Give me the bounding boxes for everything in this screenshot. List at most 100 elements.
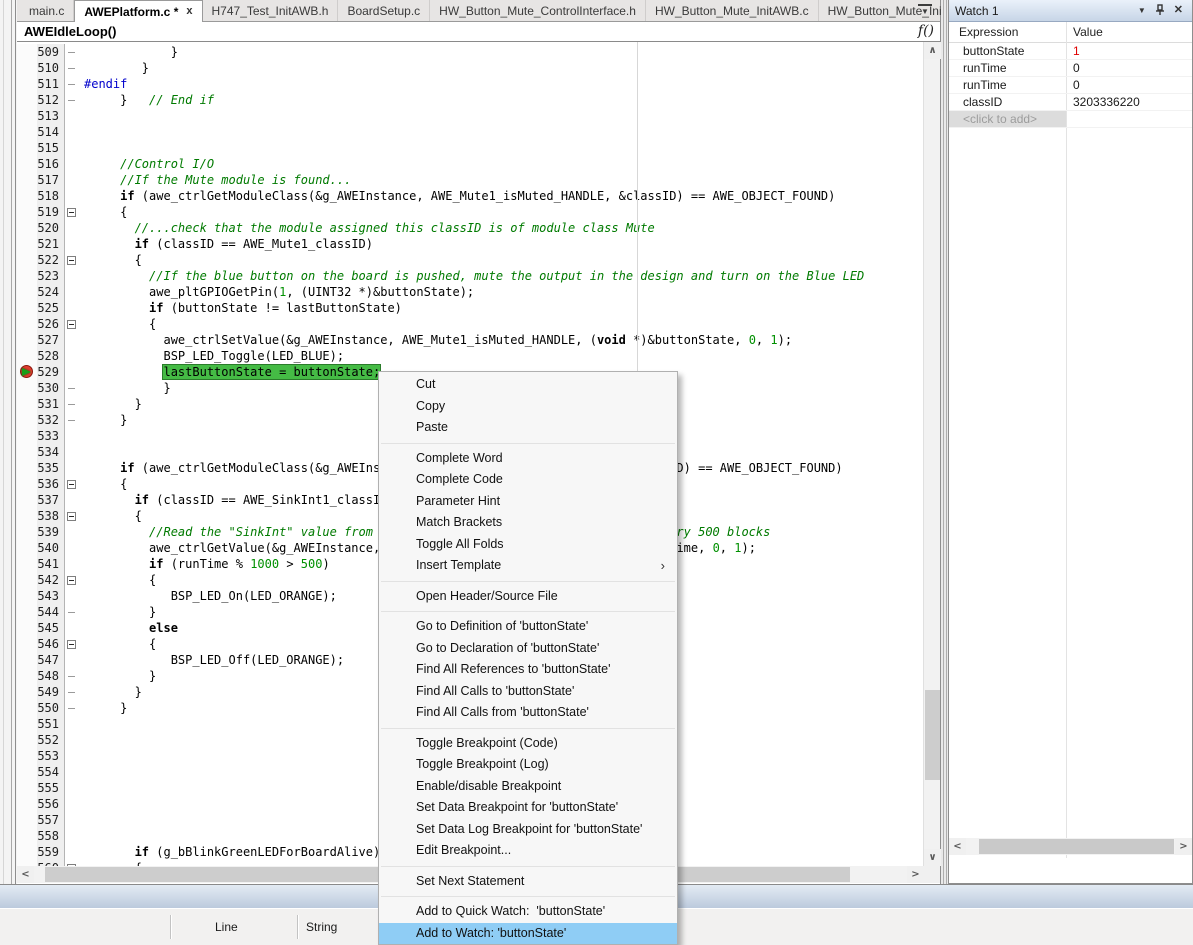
code-text[interactable] (81, 812, 84, 828)
menu-item-complete-code[interactable]: Complete Code (379, 469, 677, 491)
code-line-522[interactable]: 522 { (17, 252, 924, 268)
menu-item-go-to-declaration-of-buttonstate[interactable]: Go to Declaration of 'buttonState' (379, 638, 677, 660)
code-text[interactable]: BSP_LED_On(LED_ORANGE); (81, 588, 337, 604)
code-line-510[interactable]: 510 } (17, 60, 924, 76)
watch-expression-cell[interactable]: buttonState (949, 43, 1066, 59)
code-text[interactable]: if (buttonState != lastButtonState) (81, 300, 402, 316)
menu-item-toggle-breakpoint-log[interactable]: Toggle Breakpoint (Log) (379, 754, 677, 776)
tab-overflow-icon[interactable]: ▼ (918, 4, 932, 17)
breakpoint-margin[interactable] (17, 92, 37, 108)
code-line-516[interactable]: 516 //Control I/O (17, 156, 924, 172)
breakpoint-margin[interactable] (17, 220, 37, 236)
menu-item-edit-breakpoint[interactable]: Edit Breakpoint... (379, 840, 677, 862)
breakpoint-margin[interactable] (17, 460, 37, 476)
menu-item-match-brackets[interactable]: Match Brackets (379, 512, 677, 534)
code-text[interactable]: { (81, 476, 127, 492)
breakpoint-margin[interactable] (17, 588, 37, 604)
breakpoint-margin[interactable] (17, 300, 37, 316)
code-text[interactable]: awe_ctrlSetValue(&g_AWEInstance, AWE_Mut… (81, 332, 792, 348)
function-selector-icon[interactable]: f() (918, 23, 934, 39)
editor-vertical-scrollbar[interactable]: ∧ ∨ (923, 42, 940, 866)
menu-item-open-header-source-file[interactable]: Open Header/Source File (379, 586, 677, 608)
code-text[interactable] (81, 780, 84, 796)
fold-collapse-icon[interactable] (67, 480, 76, 489)
code-text[interactable]: if (g_bBlinkGreenLEDForBoardAlive) (81, 844, 380, 860)
code-text[interactable]: } (81, 412, 127, 428)
code-text[interactable]: awe_pltGPIOGetPin(1, (UINT32 *)&buttonSt… (81, 284, 474, 300)
scroll-left-icon[interactable]: < (17, 866, 34, 883)
watch-row[interactable]: classID3203336220 (949, 94, 1192, 111)
code-text[interactable]: if (classID == AWE_SinkInt1_classID) (81, 492, 395, 508)
code-text[interactable]: //If the blue button on the board is pus… (81, 268, 864, 284)
breakpoint-margin[interactable] (17, 764, 37, 780)
code-text[interactable]: } (81, 44, 178, 60)
breakpoint-margin[interactable] (17, 316, 37, 332)
breakpoint-margin[interactable] (17, 492, 37, 508)
code-line-521[interactable]: 521 if (classID == AWE_Mute1_classID) (17, 236, 924, 252)
fold-margin[interactable] (65, 204, 81, 220)
breakpoint-margin[interactable] (17, 572, 37, 588)
code-text[interactable]: BSP_LED_Toggle(LED_BLUE); (81, 348, 344, 364)
code-text[interactable]: lastButtonState = buttonState; (81, 364, 380, 380)
watch-add-placeholder[interactable]: <click to add> (949, 111, 1066, 127)
code-text[interactable]: //Control I/O (81, 156, 214, 172)
breakpoint-margin[interactable] (17, 236, 37, 252)
code-text[interactable] (81, 748, 84, 764)
breakpoint-margin[interactable] (17, 844, 37, 860)
code-text[interactable] (81, 764, 84, 780)
vscroll-thumb[interactable] (925, 690, 940, 780)
code-line-524[interactable]: 524 awe_pltGPIOGetPin(1, (UINT32 *)&butt… (17, 284, 924, 300)
breakpoint-margin[interactable] (17, 412, 37, 428)
panel-menu-icon[interactable]: ▼ (1138, 7, 1146, 15)
breakpoint-margin[interactable] (17, 732, 37, 748)
watch-expression-cell[interactable]: classID (949, 94, 1066, 110)
code-text[interactable] (81, 828, 84, 844)
breakpoint-margin[interactable] (17, 556, 37, 572)
tab-close-icon[interactable]: x (186, 6, 192, 17)
code-text[interactable]: } (81, 604, 156, 620)
breakpoint-margin[interactable] (17, 668, 37, 684)
code-text[interactable]: } // End if (81, 92, 214, 108)
close-icon[interactable]: ✕ (1174, 5, 1183, 16)
menu-item-set-data-log-breakpoint-for-buttonstate[interactable]: Set Data Log Breakpoint for 'buttonState… (379, 819, 677, 841)
breakpoint-margin[interactable] (17, 684, 37, 700)
pin-icon[interactable] (1155, 4, 1165, 18)
code-line-517[interactable]: 517 //If the Mute module is found... (17, 172, 924, 188)
fold-margin[interactable] (65, 636, 81, 652)
breakpoint-margin[interactable] (17, 348, 37, 364)
tab-hw-button-mute-initawb-c[interactable]: HW_Button_Mute_InitAWB.c (646, 0, 819, 21)
breakpoint-margin[interactable] (17, 636, 37, 652)
breakpoint-margin[interactable] (17, 156, 37, 172)
column-header-expression[interactable]: Expression (959, 25, 1018, 39)
code-text[interactable] (81, 428, 84, 444)
fold-margin[interactable] (65, 476, 81, 492)
scroll-down-icon[interactable]: ∨ (924, 849, 941, 866)
breakpoint-margin[interactable] (17, 364, 37, 380)
menu-item-copy[interactable]: Copy (379, 396, 677, 418)
tab-aweplatform-c-[interactable]: AWEPlatform.c *x (74, 0, 202, 22)
breakpoint-margin[interactable] (17, 332, 37, 348)
fold-collapse-icon[interactable] (67, 320, 76, 329)
breakpoint-margin[interactable] (17, 476, 37, 492)
code-line-512[interactable]: 512 } // End if (17, 92, 924, 108)
code-text[interactable]: else (81, 620, 178, 636)
breakpoint-margin[interactable] (17, 620, 37, 636)
code-text[interactable]: { (81, 252, 142, 268)
code-text[interactable]: { (81, 636, 156, 652)
watch-row[interactable]: runTime0 (949, 60, 1192, 77)
fold-margin[interactable] (65, 316, 81, 332)
scroll-right-icon[interactable]: > (907, 866, 924, 883)
code-text[interactable]: } (81, 668, 156, 684)
breakpoint-margin[interactable] (17, 780, 37, 796)
breakpoint-margin[interactable] (17, 604, 37, 620)
column-divider[interactable] (1066, 22, 1067, 858)
breakpoint-margin[interactable] (17, 268, 37, 284)
breakpoint-current-statement-icon[interactable] (20, 365, 33, 378)
code-text[interactable]: { (81, 316, 156, 332)
code-text[interactable]: } (81, 60, 149, 76)
code-text[interactable] (81, 796, 84, 812)
breakpoint-margin[interactable] (17, 204, 37, 220)
menu-item-go-to-definition-of-buttonstate[interactable]: Go to Definition of 'buttonState' (379, 616, 677, 638)
breakpoint-margin[interactable] (17, 380, 37, 396)
fold-collapse-icon[interactable] (67, 512, 76, 521)
